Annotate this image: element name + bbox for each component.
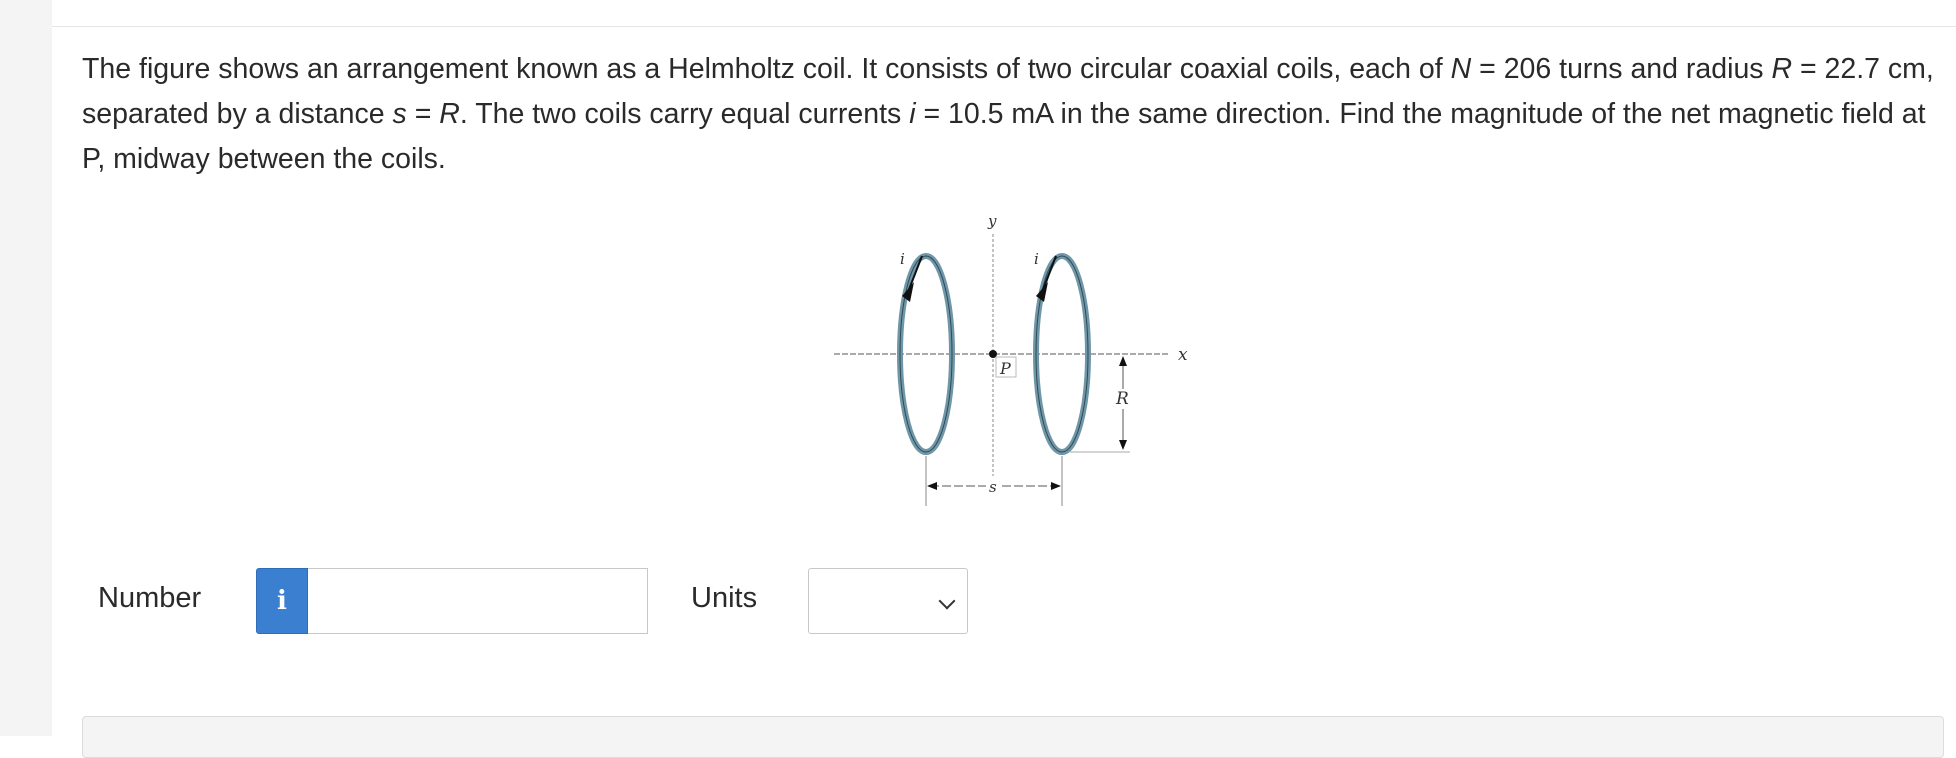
divider [52,26,1956,27]
s-label: s [989,478,997,496]
chevron-down-icon [938,592,956,610]
left-gutter [0,0,52,736]
number-label: Number [98,582,202,614]
x-axis-label: x [1178,345,1188,365]
point-p-label: P [999,359,1011,378]
helmholtz-coil-figure: x y P i i R s [830,204,1200,514]
units-label: Units [691,582,758,614]
current-label-right: i [1034,250,1039,268]
info-icon[interactable]: i [256,568,308,634]
r-label: R [1115,389,1129,409]
units-select[interactable] [808,568,968,634]
number-input[interactable] [308,568,648,634]
current-label-left: i [900,250,905,268]
question-text: The figure shows an arrangement known as… [82,53,1934,175]
feedback-panel [82,716,1944,758]
y-axis-label: y [987,212,997,230]
